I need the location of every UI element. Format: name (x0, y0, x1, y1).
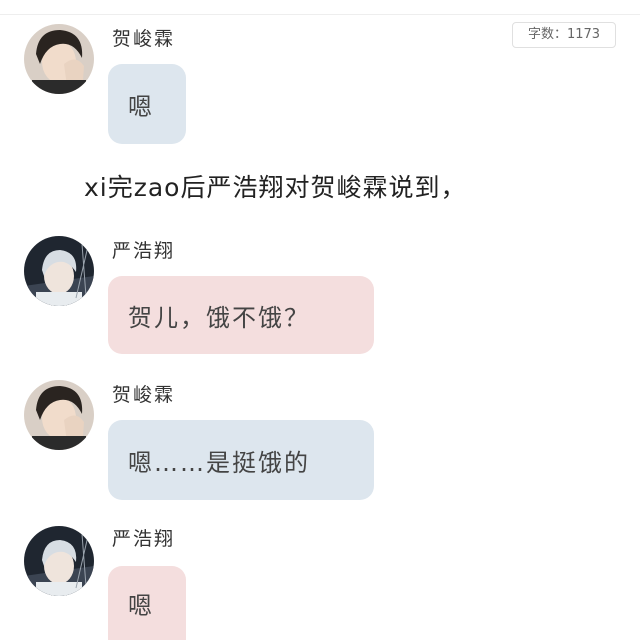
avatar-he-junlin[interactable] (24, 24, 94, 94)
top-divider (0, 14, 640, 15)
speaker-name: 贺峻霖 (112, 384, 176, 406)
avatar-image (24, 236, 94, 306)
message-bubble: 嗯 (108, 64, 186, 144)
avatar-yan-haoxiang[interactable] (24, 526, 94, 596)
avatar-image (24, 380, 94, 450)
speaker-name: 严浩翔 (112, 240, 176, 262)
avatar-yan-haoxiang[interactable] (24, 236, 94, 306)
message-bubble: 嗯 (108, 566, 186, 640)
narration-text: xi完zao后严浩翔对贺峻霖说到， (84, 173, 467, 202)
speaker-name: 贺峻霖 (112, 28, 176, 50)
avatar-image (24, 526, 94, 596)
avatar-he-junlin[interactable] (24, 380, 94, 450)
avatar-image (24, 24, 94, 94)
word-count-badge: 字数：1173 (512, 22, 616, 48)
speaker-name: 严浩翔 (112, 528, 176, 550)
message-bubble: 贺儿，饿不饿？ (108, 276, 374, 354)
message-bubble: 嗯……是挺饿的 (108, 420, 374, 500)
